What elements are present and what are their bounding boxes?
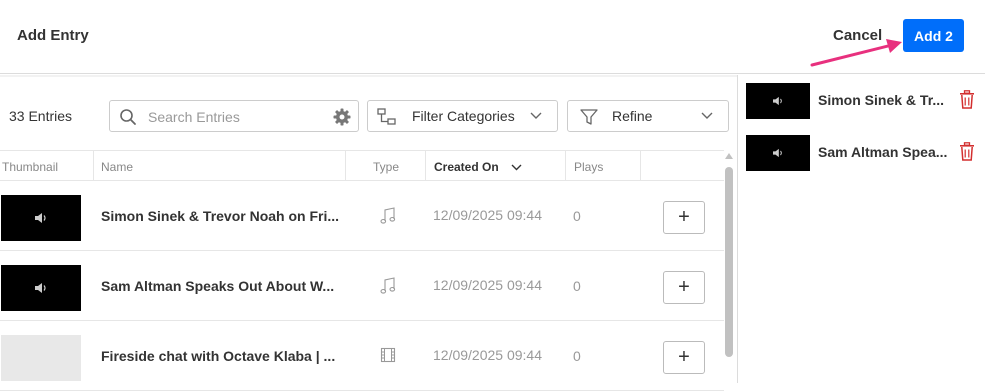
refine-dropdown[interactable]: Refine — [567, 100, 729, 132]
column-separator — [640, 151, 641, 181]
table-row[interactable]: Simon Sinek & Trevor Noah on Fri... 12/0… — [0, 181, 724, 251]
trash-icon[interactable] — [959, 90, 975, 109]
entry-name[interactable]: Simon Sinek & Trevor Noah on Fri... — [101, 208, 339, 224]
trash-icon[interactable] — [959, 142, 975, 161]
entry-plays: 0 — [573, 348, 581, 364]
filter-categories-label: Filter Categories — [412, 108, 515, 124]
add-button[interactable]: Add 2 — [903, 19, 964, 52]
selected-entry-name: Simon Sinek & Tr... — [818, 92, 945, 108]
table-row[interactable]: Sam Altman Speaks Out About W... 12/09/2… — [0, 251, 724, 321]
entry-plays: 0 — [573, 208, 581, 224]
column-created-on[interactable]: Created On — [434, 160, 499, 174]
entry-name[interactable]: Sam Altman Speaks Out About W... — [101, 278, 334, 294]
video-icon — [380, 347, 396, 363]
selected-thumbnail — [746, 83, 810, 119]
filter-categories-dropdown[interactable]: Filter Categories — [367, 100, 558, 132]
add-entry-button[interactable]: + — [663, 341, 705, 374]
page-title: Add Entry — [17, 27, 89, 44]
speaker-icon — [35, 283, 46, 293]
chevron-down-icon — [701, 112, 713, 119]
entry-created-date: 12/09/2025 09:44 — [433, 277, 542, 293]
annotation-arrow-icon — [810, 39, 902, 67]
column-type[interactable]: Type — [373, 160, 399, 174]
entries-count: 33 Entries — [9, 108, 73, 124]
sort-chevron-down-icon[interactable] — [511, 164, 522, 171]
search-placeholder: Search Entries — [148, 109, 240, 125]
column-name[interactable]: Name — [101, 160, 133, 174]
entry-thumbnail — [1, 335, 81, 381]
column-plays[interactable]: Plays — [574, 160, 603, 174]
audio-icon — [380, 207, 396, 224]
selected-thumbnail — [746, 135, 810, 171]
speaker-icon — [35, 213, 46, 223]
scrollbar-thumb[interactable] — [725, 167, 733, 357]
chevron-down-icon — [530, 112, 542, 119]
panel-divider — [737, 75, 738, 383]
add-entry-button[interactable]: + — [663, 271, 705, 304]
add-entry-button[interactable]: + — [663, 201, 705, 234]
entry-thumbnail — [1, 265, 81, 311]
gear-icon[interactable] — [333, 108, 351, 126]
column-separator — [565, 151, 566, 181]
search-input[interactable]: Search Entries — [109, 100, 359, 132]
filter-funnel-icon — [580, 109, 598, 125]
entry-created-date: 12/09/2025 09:44 — [433, 347, 542, 363]
selected-entry-name: Sam Altman Spea... — [818, 144, 948, 160]
refine-label: Refine — [612, 108, 653, 124]
scroll-up-icon[interactable] — [724, 152, 734, 160]
search-icon — [120, 109, 136, 125]
panel-top-border — [0, 75, 737, 77]
table-row[interactable]: Fireside chat with Octave Klaba | ... 12… — [0, 321, 724, 391]
column-separator — [345, 151, 346, 181]
header-bar: Add Entry Cancel Add 2 — [0, 0, 985, 74]
audio-icon — [380, 277, 396, 294]
column-separator — [93, 151, 94, 181]
table-header: Thumbnail Name Type Created On Plays — [0, 150, 724, 181]
categories-icon — [377, 108, 396, 125]
speaker-icon — [773, 96, 782, 106]
column-separator — [425, 151, 426, 181]
entry-plays: 0 — [573, 278, 581, 294]
entry-name[interactable]: Fireside chat with Octave Klaba | ... — [101, 348, 335, 364]
entry-created-date: 12/09/2025 09:44 — [433, 207, 542, 223]
speaker-icon — [773, 148, 782, 158]
column-thumbnail: Thumbnail — [2, 160, 59, 174]
entry-thumbnail — [1, 195, 81, 241]
